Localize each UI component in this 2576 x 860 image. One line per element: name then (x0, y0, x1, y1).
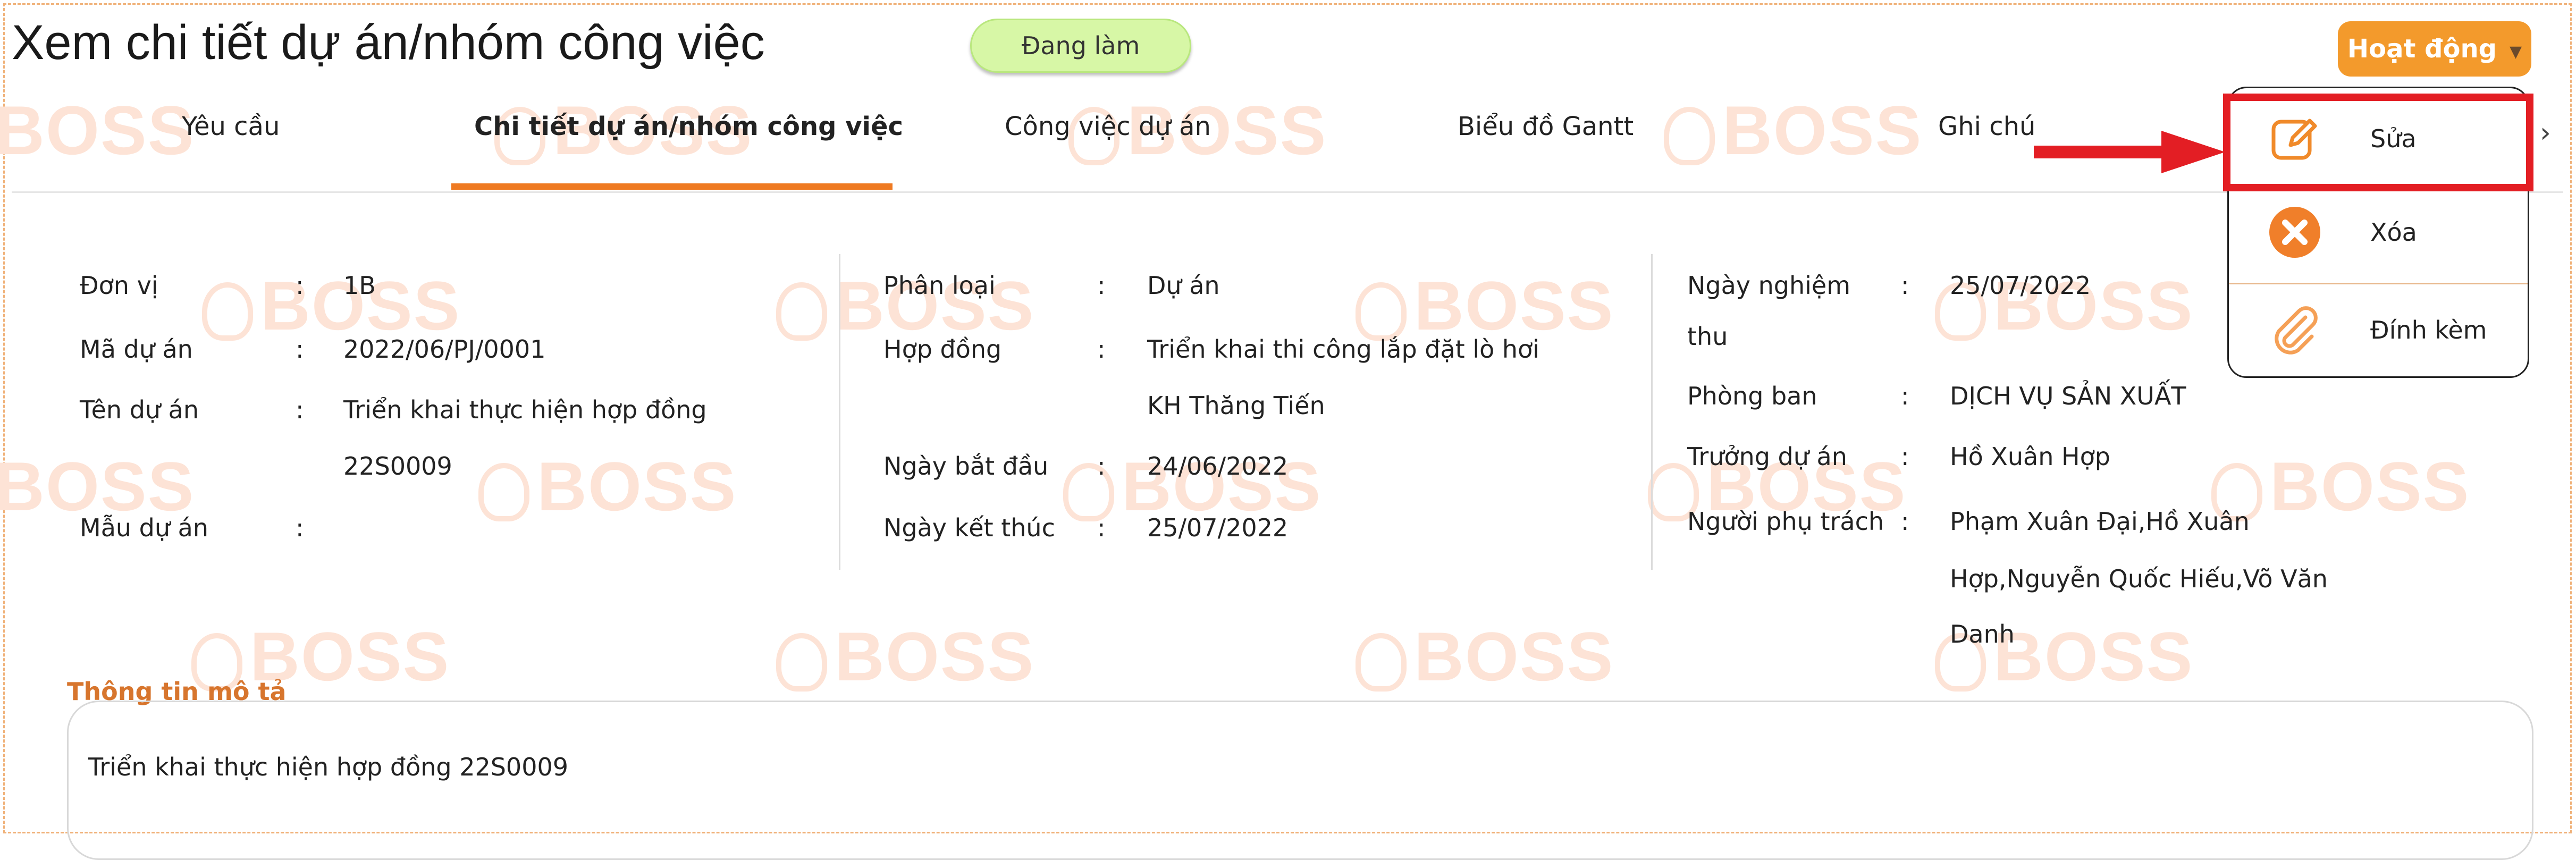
tab-yeu-cau[interactable]: Yêu cầu (182, 112, 280, 141)
paperclip-icon (2267, 302, 2322, 358)
label-ngay-nghiem-thu: Ngày nghiệm (1687, 271, 1851, 300)
value-hop-dong-line2: KH Thăng Tiến (1147, 391, 1325, 420)
value-truong-du-an: Hồ Xuân Hợp (1950, 442, 2110, 471)
label-nguoi-phu-trach: Người phụ trách (1687, 507, 1884, 536)
separator: : (1097, 513, 1106, 542)
menu-item-label: Xóa (2370, 218, 2417, 247)
separator: : (1901, 271, 1909, 300)
tab-chi-tiet[interactable]: Chi tiết dự án/nhóm công việc (474, 112, 903, 141)
value-don-vi: 1B (343, 271, 376, 300)
tab-cong-viec[interactable]: Công việc dự án (1005, 112, 1211, 141)
label-phan-loai: Phân loại (883, 271, 996, 300)
label-ngay-nghiem-thu-line2: thu (1687, 322, 1728, 351)
value-ngay-ket-thuc: 25/07/2022 (1147, 513, 1289, 542)
column-divider (1651, 254, 1653, 570)
separator: : (296, 513, 304, 542)
label-hop-dong: Hợp đồng (883, 335, 1002, 364)
value-phong-ban: DỊCH VỤ SẢN XUẤT (1950, 382, 2186, 410)
separator: : (1901, 507, 1909, 536)
menu-item-delete[interactable]: Xóa (2229, 187, 2528, 277)
separator: : (1901, 382, 1909, 410)
label-phong-ban: Phòng ban (1687, 382, 1817, 410)
value-hop-dong: Triển khai thi công lắp đặt lò hơi (1147, 335, 1539, 364)
activity-dropdown-button[interactable]: Hoạt động ▼ (2338, 21, 2531, 77)
separator: : (296, 271, 304, 300)
menu-item-label: Đính kèm (2370, 316, 2487, 344)
tab-gantt[interactable]: Biểu đồ Gantt (1458, 112, 1634, 141)
label-ngay-bat-dau: Ngày bắt đầu (883, 452, 1049, 480)
value-ngay-bat-dau: 24/06/2022 (1147, 452, 1289, 480)
tab-divider (12, 191, 2563, 193)
active-tab-indicator (451, 183, 893, 190)
label-truong-du-an: Trưởng dự án (1687, 442, 1847, 471)
value-ngay-nghiem-thu: 25/07/2022 (1950, 271, 2091, 300)
menu-item-attach[interactable]: Đính kèm (2229, 285, 2528, 375)
status-badge: Đang làm (970, 19, 1191, 73)
value-phan-loai: Dự án (1147, 271, 1220, 300)
separator: : (1097, 335, 1106, 364)
chevron-right-icon[interactable]: › (2540, 117, 2551, 149)
value-ten-du-an-line2: 22S0009 (343, 452, 452, 480)
delete-icon (2267, 205, 2322, 260)
label-mau-du-an: Mẫu dự án (80, 513, 208, 542)
value-ten-du-an: Triển khai thực hiện hợp đồng (343, 395, 707, 424)
tab-ghi-chu[interactable]: Ghi chú (1938, 112, 2035, 141)
label-don-vi: Đơn vị (80, 271, 158, 300)
activity-button-label: Hoạt động (2347, 34, 2497, 64)
value-ma-du-an: 2022/06/PJ/0001 (343, 335, 546, 364)
separator: : (296, 395, 304, 424)
column-divider (839, 254, 840, 570)
description-text: Triển khai thực hiện hợp đồng 22S0009 (88, 753, 568, 781)
separator: : (1901, 442, 1909, 471)
separator: : (1097, 452, 1106, 480)
label-ma-du-an: Mã dự án (80, 335, 193, 364)
menu-divider (2229, 283, 2528, 284)
highlight-box (2223, 94, 2533, 191)
label-ten-du-an: Tên dự án (80, 395, 199, 424)
value-nguoi-phu-trach-line3: Danh (1950, 620, 2015, 648)
caret-down-icon: ▼ (2509, 42, 2522, 61)
arrow-right-icon (2034, 131, 2225, 175)
label-ngay-ket-thuc: Ngày kết thúc (883, 513, 1055, 542)
separator: : (296, 335, 304, 364)
value-nguoi-phu-trach-line2: Hợp,Nguyễn Quốc Hiếu,Võ Văn (1950, 564, 2328, 593)
page-title: Xem chi tiết dự án/nhóm công việc (12, 15, 765, 70)
value-nguoi-phu-trach: Phạm Xuân Đại,Hồ Xuân (1950, 507, 2250, 536)
separator: : (1097, 271, 1106, 300)
